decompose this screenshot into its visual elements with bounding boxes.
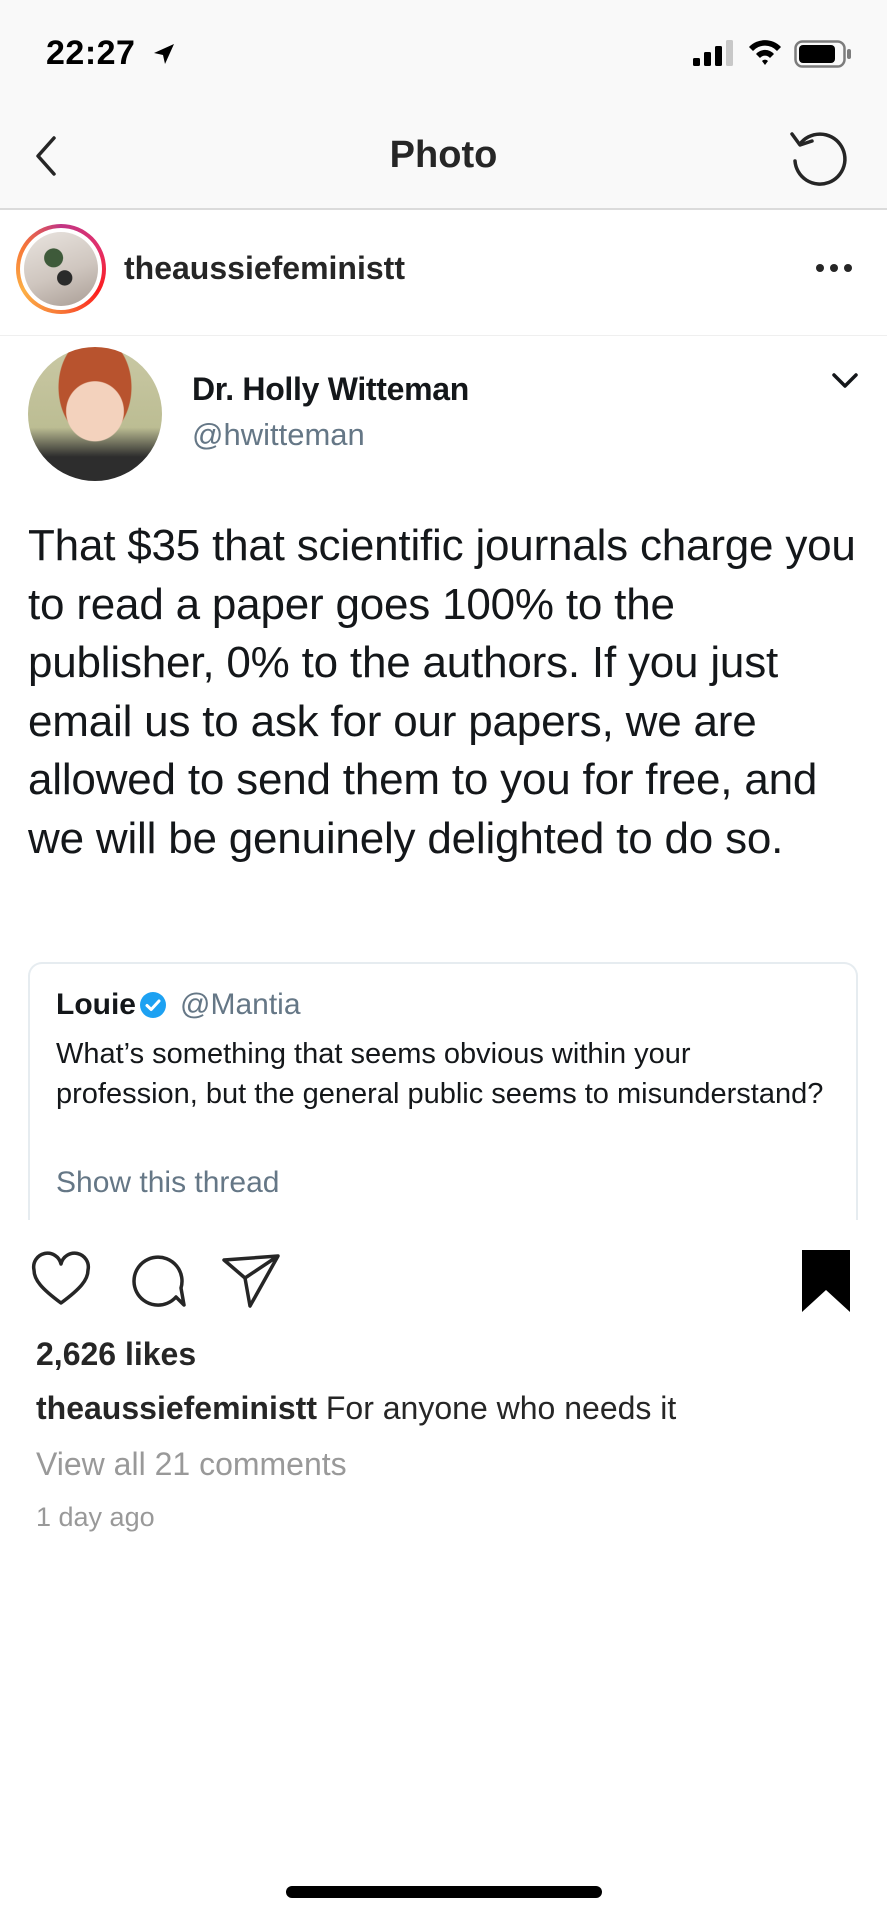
tweet-author-handle: @hwitteman xyxy=(192,417,365,452)
location-arrow-icon xyxy=(154,44,174,64)
heart-icon[interactable] xyxy=(30,1250,92,1312)
post-caption: theaussiefeministt For anyone who needs … xyxy=(36,1390,676,1427)
avatar-image xyxy=(24,232,98,306)
battery-icon xyxy=(794,40,851,68)
post-username[interactable]: theaussiefeministt xyxy=(124,250,405,287)
navigation-bar: Photo xyxy=(0,110,887,210)
post-timestamp: 1 day ago xyxy=(36,1502,155,1532)
tweet-author-name: Dr. Holly Witteman xyxy=(192,371,470,407)
post-image[interactable]: Dr. Holly Witteman @hwitteman That $35 t… xyxy=(0,337,887,1220)
status-time: 22:27 xyxy=(46,34,136,72)
page-title: Photo xyxy=(389,134,498,176)
comment-icon[interactable] xyxy=(126,1250,188,1312)
bookmark-icon[interactable] xyxy=(798,1248,854,1314)
quoted-author-name: Louie xyxy=(56,988,136,1021)
caption-username[interactable]: theaussiefeministt xyxy=(36,1390,317,1426)
caption-text: For anyone who needs it xyxy=(325,1390,677,1426)
avatar-border xyxy=(20,228,102,310)
home-indicator[interactable] xyxy=(286,1886,602,1898)
quoted-author-handle: @Mantia xyxy=(180,988,301,1021)
avatar[interactable] xyxy=(16,224,106,314)
chevron-down-icon xyxy=(832,373,858,388)
verified-badge-icon xyxy=(140,992,166,1018)
likes-count[interactable]: 2,626 likes xyxy=(36,1336,196,1373)
tweet-text: That $35 that scientific journals charge… xyxy=(28,521,856,863)
show-thread-link: Show this thread xyxy=(56,1166,280,1199)
send-icon[interactable] xyxy=(220,1250,282,1312)
status-bar: 22:27 xyxy=(0,0,887,110)
action-bar xyxy=(0,1240,887,1320)
quoted-tweet: Louie @Mantia What’s something that seem… xyxy=(28,962,858,1220)
view-comments-link[interactable]: View all 21 comments xyxy=(36,1446,347,1483)
refresh-icon[interactable] xyxy=(786,124,852,190)
wifi-icon xyxy=(749,40,781,65)
more-options-icon[interactable] xyxy=(812,256,856,280)
quoted-tweet-text: What’s something that seems obvious with… xyxy=(56,1038,824,1110)
post-header: theaussiefeministt xyxy=(0,212,887,336)
tweet-author-avatar xyxy=(28,347,162,481)
cellular-signal-icon xyxy=(693,40,733,66)
